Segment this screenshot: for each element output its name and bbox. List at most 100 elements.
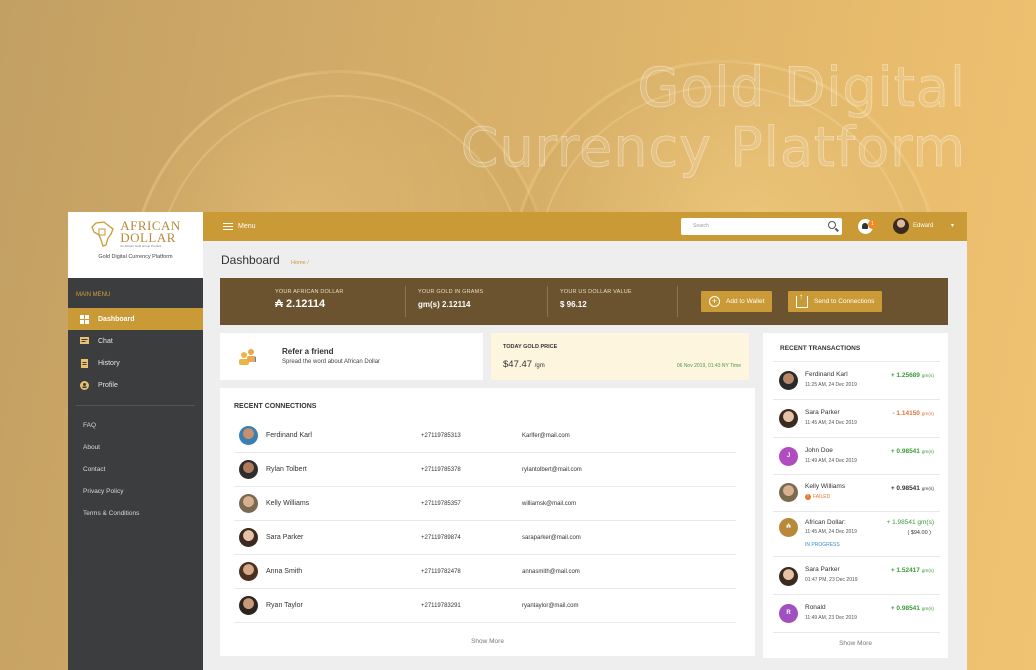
topbar: Menu Search 1 Edward ▾ bbox=[203, 212, 967, 241]
recent-transactions-title: RECENT TRANSACTIONS bbox=[780, 345, 861, 352]
plus-circle-icon: + bbox=[709, 296, 720, 307]
wallet-summary-bar: YOUR AFRICAN DOLLAR ₳ 2.12114 YOUR GOLD … bbox=[220, 278, 948, 325]
sidebar-item-chat[interactable]: Chat bbox=[68, 330, 203, 352]
menu-label: Menu bbox=[238, 223, 256, 230]
gold-price-value-row: $47.47 /gm bbox=[503, 359, 545, 370]
connection-email: williamsk@mail.com bbox=[522, 501, 577, 507]
transaction-time: 11:25 AM, 24 Dec 2019 bbox=[805, 382, 857, 388]
connection-row[interactable]: Anna Smith +27119782478 annasmith@mail.c… bbox=[234, 555, 736, 589]
avatar bbox=[779, 483, 798, 502]
chat-icon bbox=[80, 336, 89, 346]
sidebar-link-contact[interactable]: Contact bbox=[68, 458, 203, 480]
main-content: Dashboard Home / YOUR AFRICAN DOLLAR ₳ 2… bbox=[203, 241, 967, 670]
sidebar-item-profile[interactable]: Profile bbox=[68, 374, 203, 396]
transactions-show-more-link[interactable]: Show More bbox=[763, 640, 948, 647]
avatar-initial: R bbox=[779, 604, 798, 623]
transaction-name: John Doe bbox=[805, 447, 833, 454]
transaction-time: 11:49 AM, 23 Dec 2019 bbox=[805, 615, 857, 621]
logo-tagline: Gold Digital Currency Platform bbox=[98, 254, 173, 260]
gold-price-date: 06 Nov 2019, 01:43 NY Time bbox=[676, 363, 741, 369]
connection-name: Anna Smith bbox=[266, 568, 303, 575]
african-dollar-value: 2.12114 bbox=[286, 298, 326, 310]
connection-row[interactable]: Rylan Tolbert +27119785378 rylantolbert@… bbox=[234, 453, 736, 487]
app-window: AFRICAN DOLLAR An African Gold Group Pro… bbox=[68, 212, 967, 670]
connection-phone: +27119785378 bbox=[421, 467, 461, 473]
transaction-amount-value: + 1.25689 bbox=[890, 372, 920, 379]
transaction-row[interactable]: Sara Parker 11:45 AM, 24 Dec 2019 - 1.14… bbox=[773, 399, 940, 437]
status-text: FAILED bbox=[813, 494, 831, 500]
africa-map-icon bbox=[91, 221, 114, 247]
connection-phone: +27119785313 bbox=[421, 433, 461, 439]
transaction-unit: gm(s) bbox=[921, 487, 934, 492]
sidebar-link-privacy-policy[interactable]: Privacy Policy bbox=[68, 480, 203, 502]
gold-price-value: $47.47 bbox=[503, 359, 533, 370]
sidebar-link-faq[interactable]: FAQ bbox=[68, 414, 203, 436]
gold-grams-value: gm(s) 2.12114 bbox=[418, 300, 471, 309]
user-name[interactable]: Edward bbox=[913, 223, 933, 229]
transaction-name: Sara Parker bbox=[805, 566, 840, 573]
chevron-down-icon[interactable]: ▾ bbox=[951, 222, 954, 229]
status-badge: IN PROGRESS bbox=[805, 542, 840, 548]
connections-show-more-link[interactable]: Show More bbox=[220, 638, 755, 645]
connection-row[interactable]: Kelly Williams +27119785357 williamsk@ma… bbox=[234, 487, 736, 521]
transaction-row[interactable]: Sara Parker 01:47 PM, 23 Dec 2019 + 1.52… bbox=[773, 556, 940, 594]
avatar bbox=[239, 528, 258, 547]
sidebar-item-dashboard[interactable]: Dashboard bbox=[68, 308, 203, 330]
connection-phone: +27119789874 bbox=[421, 535, 461, 541]
transaction-row[interactable]: Kelly Williams ! FAILED + 0.98541 gm(s) bbox=[773, 474, 940, 511]
breadcrumb[interactable]: Home / bbox=[291, 260, 309, 266]
sidebar-item-label: Profile bbox=[98, 381, 118, 389]
gold-price-label: TODAY GOLD PRICE bbox=[503, 344, 558, 350]
connection-email: saraparker@mail.com bbox=[522, 535, 581, 541]
user-avatar[interactable] bbox=[893, 218, 909, 234]
transaction-unit: gm(s) bbox=[921, 412, 934, 417]
alert-icon: ! bbox=[805, 494, 811, 500]
transaction-time: 11:45 AM, 24 Dec 2019 bbox=[805, 420, 857, 426]
transaction-name: African Dollar: bbox=[805, 519, 846, 526]
connection-row[interactable]: Sara Parker +27119789874 saraparker@mail… bbox=[234, 521, 736, 555]
connection-row[interactable]: Ryan Taylor +27119783291 ryantaylor@mail… bbox=[234, 589, 736, 623]
share-icon bbox=[796, 292, 808, 308]
connection-name: Sara Parker bbox=[266, 534, 304, 541]
transaction-row[interactable]: ₳ African Dollar: 11:45 AM, 24 Dec 2019 … bbox=[773, 511, 940, 556]
transaction-name: Kelly Williams bbox=[805, 483, 846, 490]
transaction-amount: + 1.25689 gm(s) bbox=[891, 372, 934, 379]
search-icon[interactable] bbox=[828, 221, 836, 229]
menu-button[interactable]: Menu bbox=[223, 223, 256, 230]
logo[interactable]: AFRICAN DOLLAR An African Gold Group Pro… bbox=[68, 212, 203, 278]
transaction-name: Ferdinand Karl bbox=[805, 371, 848, 378]
search-input[interactable]: Search bbox=[681, 218, 842, 235]
transaction-time: 11:45 AM, 24 Dec 2019 bbox=[805, 529, 857, 535]
connection-row[interactable]: Ferdinand Karl +27119785313 Karlfer@mail… bbox=[234, 419, 736, 453]
profile-icon bbox=[80, 380, 89, 390]
usd-value-summary: YOUR US DOLLAR VALUE $ 96.12 bbox=[560, 289, 632, 309]
sidebar-link-about[interactable]: About bbox=[68, 436, 203, 458]
refer-title: Refer a friend bbox=[282, 347, 334, 356]
african-dollar-value-row: ₳ 2.12114 bbox=[275, 298, 344, 310]
summary-divider bbox=[547, 286, 548, 317]
african-dollar-logo-icon: ₳ bbox=[779, 518, 798, 537]
sidebar-link-terms[interactable]: Terms & Conditions bbox=[68, 502, 203, 524]
summary-divider bbox=[677, 286, 678, 317]
add-to-wallet-button[interactable]: + Add to Wallet bbox=[701, 291, 773, 312]
transaction-row[interactable]: R Ronald 11:49 AM, 23 Dec 2019 + 0.98541… bbox=[773, 594, 940, 632]
refer-friend-card[interactable]: Refer a friend Spread the word about Afr… bbox=[220, 333, 483, 380]
transaction-amount-value: - 1.14150 bbox=[892, 410, 920, 417]
sidebar-item-label: Dashboard bbox=[98, 315, 135, 323]
connection-phone: +27119782478 bbox=[421, 569, 461, 575]
transaction-amount-value: + 0.98541 bbox=[890, 448, 920, 455]
sidebar-item-history[interactable]: History bbox=[68, 352, 203, 374]
usd-value-label: YOUR US DOLLAR VALUE bbox=[560, 289, 632, 295]
transaction-name: Ronald bbox=[805, 604, 826, 611]
users-icon bbox=[239, 349, 256, 365]
connection-name: Ryan Taylor bbox=[266, 602, 303, 609]
transaction-row[interactable]: J John Doe 11:49 AM, 24 Dec 2019 + 0.985… bbox=[773, 437, 940, 474]
connection-email: ryantaylor@mail.com bbox=[522, 603, 579, 609]
transaction-row[interactable]: Ferdinand Karl 11:25 AM, 24 Dec 2019 + 1… bbox=[773, 361, 940, 399]
avatar bbox=[239, 596, 258, 615]
sidebar-divider bbox=[76, 405, 195, 406]
transaction-amount-value: + 0.98541 bbox=[890, 485, 920, 492]
gold-grams-summary: YOUR GOLD IN GRAMS gm(s) 2.12114 bbox=[418, 289, 483, 309]
send-to-connections-button[interactable]: Send to Connections bbox=[788, 291, 883, 312]
transaction-time: 11:49 AM, 24 Dec 2019 bbox=[805, 458, 857, 464]
